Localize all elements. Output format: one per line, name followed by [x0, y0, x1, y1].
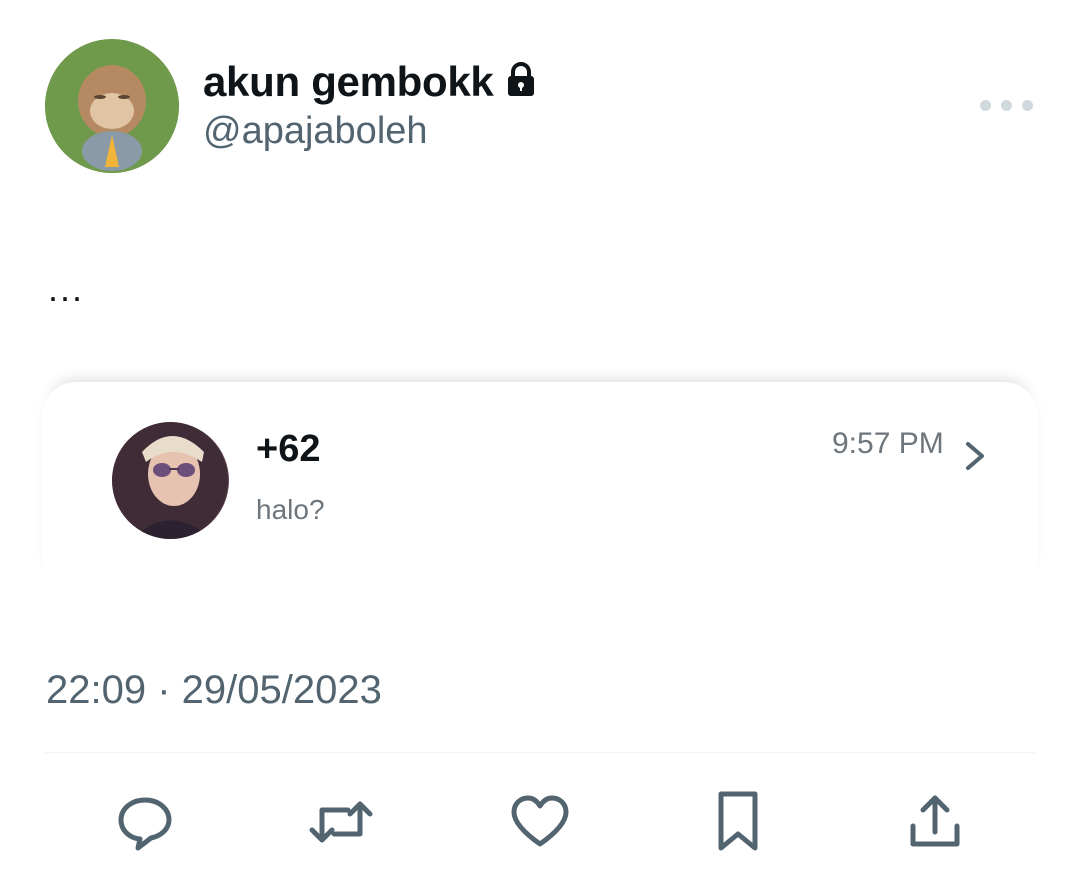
- reply-button[interactable]: [113, 792, 177, 856]
- message-preview: halo?: [256, 494, 325, 525]
- author-handle[interactable]: @apajaboleh: [203, 110, 428, 153]
- author-avatar[interactable]: [45, 39, 179, 173]
- chevron-right-icon[interactable]: [962, 436, 990, 481]
- heart-icon: [510, 794, 570, 855]
- divider: [45, 752, 1035, 753]
- monkey-avatar-image: [45, 39, 179, 173]
- message-sender-avatar: [112, 422, 229, 539]
- bookmark-icon: [713, 790, 763, 859]
- sender-avatar-image: [112, 422, 228, 539]
- more-options-icon[interactable]: [980, 96, 1036, 114]
- message-sender: +62: [256, 428, 321, 470]
- tweet-text: ...: [48, 268, 85, 309]
- like-button[interactable]: [508, 792, 572, 856]
- bookmark-button[interactable]: [706, 790, 770, 859]
- author-name-row: akun gembokk: [203, 58, 537, 106]
- share-icon: [905, 792, 965, 857]
- share-button[interactable]: [903, 792, 967, 856]
- display-name[interactable]: akun gembokk: [203, 58, 494, 106]
- retweet-button[interactable]: [309, 792, 373, 856]
- retweet-icon: [308, 792, 374, 857]
- reply-icon: [115, 792, 175, 857]
- tweet-timestamp[interactable]: 22:09 · 29/05/2023: [46, 668, 382, 713]
- message-time: 9:57 PM: [832, 427, 944, 460]
- lock-icon: [505, 61, 537, 103]
